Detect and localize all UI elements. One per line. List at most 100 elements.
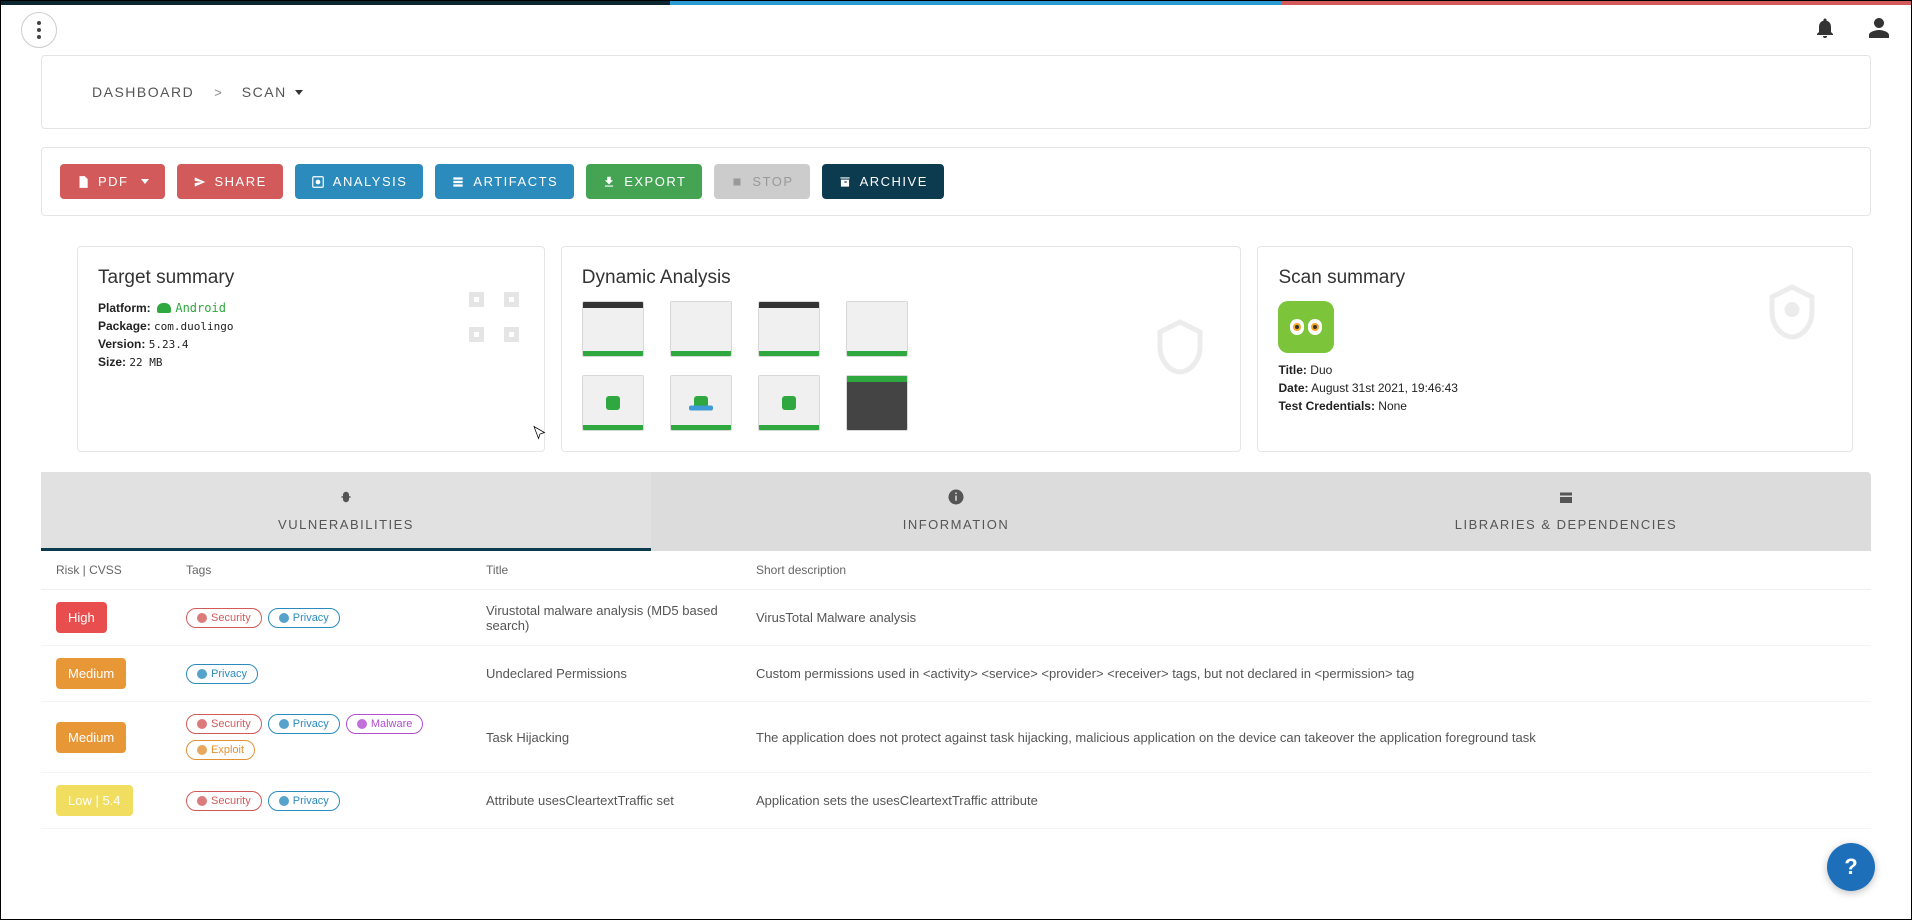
artifacts-label: ARTIFACTS xyxy=(473,174,558,189)
export-label: EXPORT xyxy=(624,174,686,189)
screenshot-thumb[interactable] xyxy=(846,375,908,431)
tag-exploit: Exploit xyxy=(186,740,255,760)
screenshot-thumb[interactable] xyxy=(846,301,908,357)
bug-icon xyxy=(1762,282,1822,347)
screenshot-thumb[interactable] xyxy=(758,301,820,357)
user-account-icon[interactable] xyxy=(1867,16,1891,45)
share-label: SHARE xyxy=(215,174,267,189)
table-row[interactable]: Medium Privacy Undeclared PermissionsCusto… xyxy=(41,646,1871,702)
dynamic-analysis-card: Dynamic Analysis xyxy=(561,246,1242,452)
libraries-icon xyxy=(1557,488,1575,511)
tab-information[interactable]: INFORMATION xyxy=(651,472,1261,551)
breadcrumb-scan-dropdown[interactable]: SCAN xyxy=(242,84,303,100)
screenshot-thumb[interactable] xyxy=(670,301,732,357)
export-icon xyxy=(602,175,616,189)
archive-label: ARCHIVE xyxy=(860,174,928,189)
breadcrumb-dashboard[interactable]: DASHBOARD xyxy=(92,84,194,100)
tag-privacy: Privacy xyxy=(268,608,340,628)
breadcrumb-separator: > xyxy=(214,85,222,100)
tab-libraries[interactable]: LIBRARIES & DEPENDENCIES xyxy=(1261,472,1871,551)
table-row[interactable]: High Security Privacy Virustotal malware an… xyxy=(41,590,1871,646)
tab-vulnerabilities[interactable]: VULNERABILITIES xyxy=(41,472,651,551)
tag-security: Security xyxy=(186,791,262,811)
tag-security: Security xyxy=(186,714,262,734)
menu-more-button[interactable] xyxy=(21,12,57,48)
platform-value: Android xyxy=(157,301,226,315)
archive-icon xyxy=(838,175,852,189)
share-icon xyxy=(193,175,207,189)
stop-icon xyxy=(730,175,744,189)
vuln-title: Virustotal malware analysis (MD5 based s… xyxy=(486,603,756,633)
chevron-down-icon xyxy=(141,179,149,184)
tab-vuln-label: VULNERABILITIES xyxy=(278,517,414,532)
col-tags: Tags xyxy=(186,563,486,577)
scan-title-value: Duo xyxy=(1310,363,1332,377)
help-fab-button[interactable]: ? xyxy=(1827,843,1875,891)
scan-summary-card: Scan summary Title: Duo Date: August 31s… xyxy=(1257,246,1853,452)
col-desc: Short description xyxy=(756,563,1856,577)
tag-privacy: Privacy xyxy=(268,791,340,811)
pdf-icon xyxy=(76,175,90,189)
shield-refresh-icon xyxy=(1150,317,1210,382)
vulnerabilities-table: Risk | CVSS Tags Title Short description… xyxy=(41,551,1871,829)
breadcrumb-scan-label: SCAN xyxy=(242,84,287,100)
vuln-title: Attribute usesCleartextTraffic set xyxy=(486,793,756,808)
artifacts-button[interactable]: ARTIFACTS xyxy=(435,164,574,199)
col-risk: Risk | CVSS xyxy=(56,563,186,577)
artifacts-icon xyxy=(451,175,465,189)
screenshot-thumbnails xyxy=(582,301,1221,431)
table-row[interactable]: Low | 5.4 Security Privacy Attribute usesCl… xyxy=(41,773,1871,829)
tag-security: Security xyxy=(186,608,262,628)
analysis-icon xyxy=(311,175,325,189)
risk-badge: High xyxy=(56,602,107,633)
target-summary-card: Target summary Platform: Android Package… xyxy=(77,246,545,452)
tag-privacy: Privacy xyxy=(186,664,258,684)
archive-button[interactable]: ARCHIVE xyxy=(822,164,944,199)
screenshot-thumb[interactable] xyxy=(582,375,644,431)
vuln-description: VirusTotal Malware analysis xyxy=(756,610,1856,625)
size-value: 22 MB xyxy=(129,356,162,369)
stop-label: STOP xyxy=(752,174,793,189)
tag-privacy: Privacy xyxy=(268,714,340,734)
screenshot-thumb[interactable] xyxy=(670,375,732,431)
scan-creds-value: None xyxy=(1378,399,1407,413)
notifications-icon[interactable] xyxy=(1813,16,1837,45)
vuln-description: The application does not protect against… xyxy=(756,730,1856,745)
table-row[interactable]: Medium Security Privacy Malware Exploit Task … xyxy=(41,702,1871,773)
export-button[interactable]: EXPORT xyxy=(586,164,702,199)
breadcrumb: DASHBOARD > SCAN xyxy=(41,55,1871,129)
chevron-down-icon xyxy=(295,90,303,95)
bug-icon xyxy=(337,488,355,511)
vuln-description: Custom permissions used in <activity> <s… xyxy=(756,666,1856,681)
analysis-label: ANALYSIS xyxy=(333,174,408,189)
version-value: 5.23.4 xyxy=(149,338,189,351)
analysis-button[interactable]: ANALYSIS xyxy=(295,164,424,199)
screenshot-thumb[interactable] xyxy=(758,375,820,431)
risk-badge: Low | 5.4 xyxy=(56,785,133,816)
scan-title: Scan summary xyxy=(1278,267,1832,289)
action-toolbar: PDF SHARE ANALYSIS ARTIFACTS EXPORT STOP… xyxy=(41,147,1871,216)
pdf-label: PDF xyxy=(98,174,129,189)
vuln-description: Application sets the usesCleartextTraffi… xyxy=(756,793,1856,808)
app-icon xyxy=(1278,301,1334,353)
pdf-button[interactable]: PDF xyxy=(60,164,165,199)
risk-badge: Medium xyxy=(56,658,126,689)
vuln-title: Undeclared Permissions xyxy=(486,666,756,681)
tab-info-label: INFORMATION xyxy=(903,517,1010,532)
screenshot-thumb[interactable] xyxy=(582,301,644,357)
tag-malware: Malware xyxy=(346,714,424,734)
stop-button: STOP xyxy=(714,164,809,199)
vuln-title: Task Hijacking xyxy=(486,730,756,745)
share-button[interactable]: SHARE xyxy=(177,164,283,199)
scan-date-value: August 31st 2021, 19:46:43 xyxy=(1311,381,1458,395)
barcode-icon xyxy=(464,287,524,352)
more-vert-icon xyxy=(37,21,41,39)
target-title: Target summary xyxy=(98,267,524,289)
risk-badge: Medium xyxy=(56,722,126,753)
col-title: Title xyxy=(486,563,756,577)
package-value: com.duolingo xyxy=(154,320,233,333)
dynamic-title: Dynamic Analysis xyxy=(582,267,1221,289)
info-icon xyxy=(947,488,965,511)
app-bar xyxy=(1,5,1911,55)
table-header: Risk | CVSS Tags Title Short description xyxy=(41,551,1871,590)
